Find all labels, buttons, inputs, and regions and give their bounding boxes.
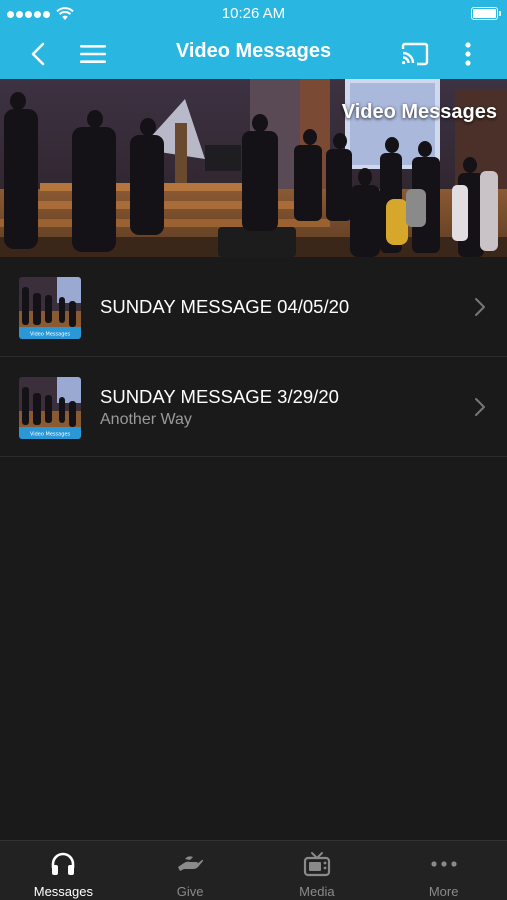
tab-label: More — [428, 884, 459, 899]
chevron-right-icon — [475, 298, 485, 316]
tab-more[interactable]: More — [380, 841, 507, 900]
tab-label: Messages — [33, 884, 93, 899]
video-thumbnail: Video Messages — [19, 277, 81, 339]
tv-icon — [303, 852, 330, 877]
chevron-right-icon — [475, 398, 485, 416]
item-title: SUNDAY MESSAGE 3/29/20 — [100, 386, 339, 407]
navigation-bar: Video Messages — [0, 28, 507, 79]
hero-title: Video Messages — [341, 101, 497, 123]
headphones-icon — [52, 852, 75, 875]
cast-icon — [401, 42, 429, 65]
giving-hand-icon — [178, 856, 204, 871]
video-message-list: Video Messages SUNDAY MESSAGE 04/05/20 V… — [0, 257, 507, 457]
status-time: 10:26 AM — [221, 5, 286, 22]
thumbnail-caption: Video Messages — [30, 332, 71, 338]
hero-banner: Video Messages — [0, 79, 507, 257]
item-title: SUNDAY MESSAGE 04/05/20 — [100, 296, 350, 317]
tab-media[interactable]: Media — [254, 841, 381, 900]
more-options-button[interactable] — [455, 28, 481, 79]
video-thumbnail: Video Messages — [19, 377, 81, 439]
battery-icon — [471, 7, 501, 20]
tab-give[interactable]: Give — [127, 841, 254, 900]
tab-bar: Messages Give Media More — [0, 840, 507, 900]
tab-label: Give — [176, 884, 204, 899]
thumbnail-caption: Video Messages — [30, 432, 71, 438]
item-subtitle: Another Way — [100, 411, 192, 428]
vertical-dots-icon — [465, 41, 471, 66]
tab-label: Media — [299, 884, 335, 899]
tab-messages[interactable]: Messages — [0, 841, 127, 900]
more-dots-icon — [431, 861, 457, 867]
list-item[interactable]: Video Messages SUNDAY MESSAGE 04/05/20 — [0, 257, 507, 357]
cast-button[interactable] — [398, 28, 432, 79]
list-item[interactable]: Video Messages SUNDAY MESSAGE 3/29/20 An… — [0, 357, 507, 457]
status-bar: 10:26 AM — [0, 0, 507, 28]
